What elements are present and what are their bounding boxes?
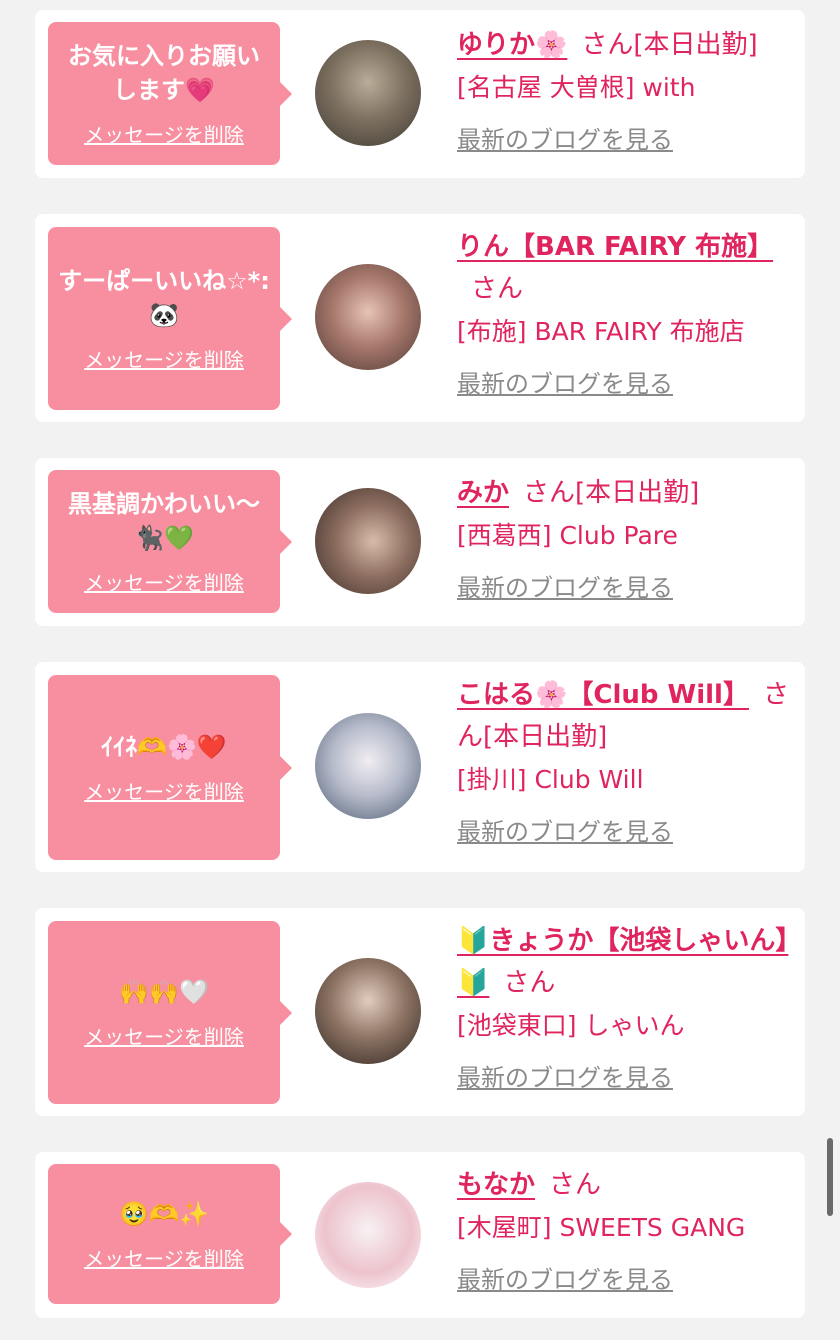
message-text: 黒基調かわいい〜 🐈‍⬛💚	[68, 490, 260, 552]
favorite-card: ｲｲﾈ🫶🌸❤️ メッセージを削除 こはる🌸【Club Will】 さん[本日出勤]…	[35, 662, 805, 872]
cast-info: みか さん[本日出勤] [西葛西] Club Pare 最新のブログを見る	[457, 472, 792, 608]
message-text: お気に入りお願い します💗	[68, 42, 260, 104]
honorific: さん	[581, 30, 634, 60]
shop-info: [布施] BAR FAIRY 布施店	[457, 317, 745, 346]
latest-blog-link[interactable]: 最新のブログを見る	[457, 568, 792, 608]
honorific: さん	[471, 274, 524, 304]
cast-info: りん【BAR FAIRY 布施】さん [布施] BAR FAIRY 布施店 最新…	[457, 226, 792, 404]
message-bubble: すーぱーいいね☆*: 🐼 メッセージを削除	[48, 227, 292, 410]
delete-message-link[interactable]: メッセージを削除	[84, 776, 244, 805]
avatar[interactable]	[315, 713, 421, 819]
status-label: [本日出勤]	[575, 478, 700, 508]
delete-message-link[interactable]: メッセージを削除	[84, 119, 244, 148]
message-bubble: 🙌🙌🤍 メッセージを削除	[48, 921, 292, 1104]
latest-blog-link[interactable]: 最新のブログを見る	[457, 1058, 792, 1098]
avatar[interactable]	[315, 264, 421, 370]
avatar[interactable]	[315, 1182, 421, 1288]
shop-info: [名古屋 大曽根] with	[457, 73, 696, 102]
latest-blog-link[interactable]: 最新のブログを見る	[457, 364, 792, 404]
cast-name-link[interactable]: ゆりか🌸	[457, 30, 567, 60]
message-bubble: お気に入りお願い します💗 メッセージを削除	[48, 22, 292, 165]
avatar[interactable]	[315, 488, 421, 594]
cast-name-link[interactable]: りん【BAR FAIRY 布施】	[457, 232, 773, 262]
favorite-card: 黒基調かわいい〜 🐈‍⬛💚 メッセージを削除 みか さん[本日出勤] [西葛西] …	[35, 458, 805, 626]
favorite-card: 🥹🫶✨ メッセージを削除 もなか さん [木屋町] SWEETS GANG 最新の…	[35, 1152, 805, 1318]
favorite-card: すーぱーいいね☆*: 🐼 メッセージを削除 りん【BAR FAIRY 布施】さん…	[35, 214, 805, 422]
delete-message-link[interactable]: メッセージを削除	[84, 1021, 244, 1050]
message-text: すーぱーいいね☆*: 🐼	[58, 267, 270, 329]
message-text: 🥹🫶✨	[119, 1199, 209, 1228]
cast-info: 🔰きょうか【池袋しゃいん】🔰 さん [池袋東口] しゃいん 最新のブログを見る	[457, 920, 792, 1098]
message-bubble: 🥹🫶✨ メッセージを削除	[48, 1164, 292, 1304]
shop-info: [西葛西] Club Pare	[457, 521, 678, 550]
delete-message-link[interactable]: メッセージを削除	[84, 567, 244, 596]
latest-blog-link[interactable]: 最新のブログを見る	[457, 812, 792, 852]
shop-info: [池袋東口] しゃいん	[457, 1011, 685, 1040]
delete-message-link[interactable]: メッセージを削除	[84, 1243, 244, 1272]
avatar[interactable]	[315, 958, 421, 1064]
favorite-card: 🙌🙌🤍 メッセージを削除 🔰きょうか【池袋しゃいん】🔰 さん [池袋東口] しゃい…	[35, 908, 805, 1116]
scrollbar[interactable]	[827, 1138, 833, 1216]
message-bubble: 黒基調かわいい〜 🐈‍⬛💚 メッセージを削除	[48, 470, 292, 613]
status-label: [本日出勤]	[483, 722, 608, 752]
status-label: [本日出勤]	[633, 30, 758, 60]
cast-name-link[interactable]: みか	[457, 478, 509, 508]
cast-name-link[interactable]: もなか	[457, 1170, 535, 1200]
delete-message-link[interactable]: メッセージを削除	[84, 344, 244, 373]
cast-name-link[interactable]: こはる🌸【Club Will】	[457, 680, 749, 710]
shop-info: [木屋町] SWEETS GANG	[457, 1213, 746, 1242]
cast-info: もなか さん [木屋町] SWEETS GANG 最新のブログを見る	[457, 1164, 792, 1300]
cast-info: こはる🌸【Club Will】 さん[本日出勤] [掛川] Club Will 最…	[457, 674, 792, 852]
honorific: さん	[549, 1170, 602, 1200]
latest-blog-link[interactable]: 最新のブログを見る	[457, 1260, 792, 1300]
cast-info: ゆりか🌸 さん[本日出勤] [名古屋 大曽根] with 最新のブログを見る	[457, 24, 792, 160]
honorific: さん	[523, 478, 576, 508]
favorite-card: お気に入りお願い します💗 メッセージを削除 ゆりか🌸 さん[本日出勤] [名古屋…	[35, 10, 805, 178]
message-bubble: ｲｲﾈ🫶🌸❤️ メッセージを削除	[48, 675, 292, 860]
honorific: さん	[503, 968, 556, 998]
message-text: ｲｲﾈ🫶🌸❤️	[101, 733, 227, 761]
latest-blog-link[interactable]: 最新のブログを見る	[457, 120, 792, 160]
shop-info: [掛川] Club Will	[457, 765, 644, 794]
message-text: 🙌🙌🤍	[119, 978, 209, 1006]
avatar[interactable]	[315, 40, 421, 146]
